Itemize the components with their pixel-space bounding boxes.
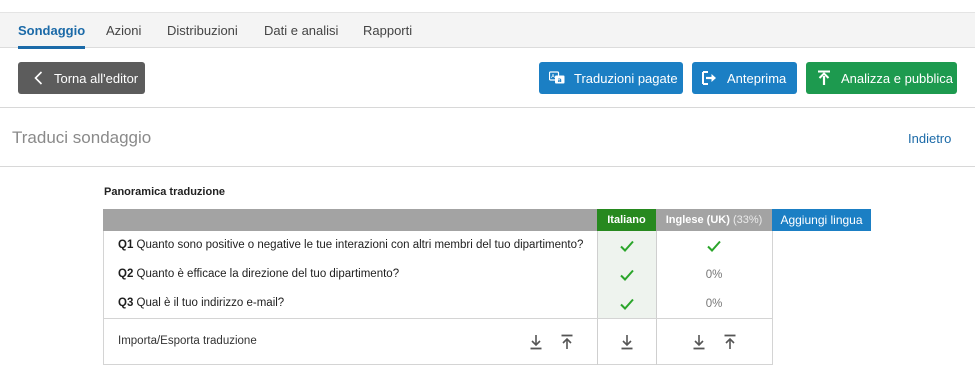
back-to-editor-label: Torna all'editor: [54, 70, 139, 86]
tab-rapporti[interactable]: Rapporti: [363, 13, 412, 48]
question-text: Quanto sono positive o negative le tue i…: [136, 239, 584, 251]
check-icon: [597, 295, 656, 313]
language-name: Inglese (UK): [665, 214, 730, 226]
svg-text:a: a: [558, 77, 562, 84]
column-header-inglese: Inglese (UK) (33%): [656, 209, 772, 231]
row-divider: [103, 318, 773, 319]
table-row-question: Q1 Quanto sono positive o negative le tu…: [118, 239, 583, 251]
top-nav: Sondaggio Azioni Distribuzioni Dati e an…: [0, 12, 975, 49]
table-row-question: Q2 Quanto è efficace la direzione del tu…: [118, 268, 399, 280]
question-id: Q1: [118, 239, 134, 251]
back-to-editor-button[interactable]: Torna all'editor: [18, 62, 145, 94]
paid-translations-button[interactable]: a A Traduzioni pagate: [539, 62, 683, 94]
back-link[interactable]: Indietro: [908, 131, 951, 146]
preview-arrow-icon: [702, 70, 718, 86]
check-icon: [597, 266, 656, 284]
chevron-left-icon: [30, 70, 46, 86]
download-icon[interactable]: [620, 333, 634, 351]
preview-button[interactable]: Anteprima: [692, 62, 797, 94]
check-icon: [597, 237, 656, 255]
tab-sondaggio[interactable]: Sondaggio: [18, 13, 86, 49]
add-language-button[interactable]: Aggiungi lingua: [772, 209, 871, 231]
check-icon: [656, 237, 772, 255]
divider: [0, 166, 975, 167]
column-header-italiano: Italiano: [597, 209, 656, 231]
analyze-publish-button[interactable]: Analizza e pubblica: [806, 62, 957, 94]
tab-distribuzioni[interactable]: Distribuzioni: [167, 13, 238, 48]
publish-upload-icon: [816, 70, 832, 86]
upload-icon[interactable]: [723, 333, 737, 351]
page-title: Traduci sondaggio: [12, 128, 152, 147]
section-title: Panoramica traduzione: [104, 186, 226, 198]
svg-text:A: A: [551, 74, 555, 80]
translate-icon: a A: [549, 70, 565, 86]
tab-dati-e-analisi[interactable]: Dati e analisi: [264, 13, 338, 48]
paid-translations-label: Traduzioni pagate: [574, 70, 678, 86]
import-export-label: Importa/Esporta traduzione: [118, 335, 257, 347]
table-row-question: Q3 Qual è il tuo indirizzo e-mail?: [118, 297, 284, 309]
language-progress: (33%): [732, 214, 763, 226]
question-text: Qual è il tuo indirizzo e-mail?: [136, 297, 285, 309]
question-id: Q2: [118, 268, 134, 280]
translation-progress: 0%: [705, 269, 723, 281]
question-text: Quanto è efficace la direzione del tuo d…: [136, 268, 400, 280]
question-id: Q3: [118, 297, 134, 309]
tab-azioni[interactable]: Azioni: [106, 13, 141, 48]
download-icon[interactable]: [529, 333, 543, 351]
preview-label: Anteprima: [727, 70, 787, 86]
table-header: [103, 209, 597, 231]
analyze-publish-label: Analizza e pubblica: [841, 70, 954, 86]
upload-icon[interactable]: [560, 333, 574, 351]
divider: [0, 107, 975, 108]
translation-progress: 0%: [705, 298, 723, 310]
download-icon[interactable]: [692, 333, 706, 351]
